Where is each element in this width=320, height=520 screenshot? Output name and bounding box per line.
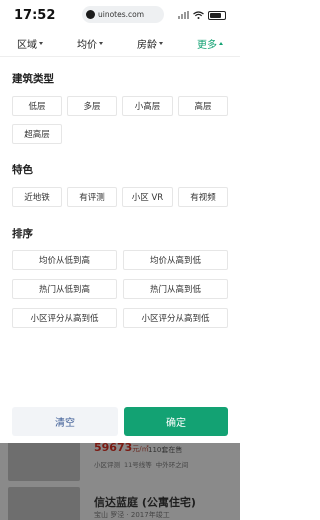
option-vr[interactable]: 小区 VR (122, 187, 173, 207)
filter-tab-more[interactable]: 更多 (180, 36, 240, 51)
option-low-rise[interactable]: 低层 (12, 96, 62, 116)
sort-price-asc[interactable]: 均价从低到高 (12, 250, 117, 270)
confirm-button[interactable]: 确定 (124, 407, 228, 436)
listing-thumbnail (8, 487, 80, 520)
sort-popularity-asc[interactable]: 热门从低到高 (12, 279, 117, 299)
option-has-video[interactable]: 有视频 (178, 187, 228, 207)
filter-footer: 清空 确定 (0, 405, 240, 443)
triangle-down-icon (99, 41, 103, 45)
section-title-features: 特色 (12, 164, 33, 176)
triangle-down-icon (39, 41, 43, 45)
option-multi-story[interactable]: 多层 (67, 96, 117, 116)
listing-tags: 小区评测 11号线等 中外环之间 (94, 459, 188, 469)
filter-tab-label: 区域 (17, 39, 37, 51)
option-mid-high-rise[interactable]: 小高层 (122, 96, 173, 116)
listing-tag: 小区评测 (94, 461, 120, 469)
listing-thumbnail (8, 443, 80, 481)
status-icons (178, 10, 226, 20)
listing-name: 信达蓝庭 (公寓住宅) (94, 496, 196, 509)
filter-tab-age[interactable]: 房龄 (120, 36, 180, 51)
filter-tab-label: 均价 (77, 39, 97, 51)
wifi-icon (193, 11, 204, 19)
listing-price: 59673元/㎡ (94, 443, 149, 454)
battery-icon (208, 10, 226, 20)
sort-rating-desc[interactable]: 小区评分从高到低 (12, 308, 117, 328)
section-title-building-type: 建筑类型 (12, 73, 54, 85)
clear-button[interactable]: 清空 (12, 407, 118, 436)
option-has-review[interactable]: 有评测 (67, 187, 117, 207)
dimmed-listing-area[interactable]: 59673元/㎡ 110套在售 小区评测 11号线等 中外环之间 信达蓝庭 (公… (0, 443, 240, 520)
url-pill[interactable]: uinotes.com (82, 6, 164, 23)
option-near-subway[interactable]: 近地铁 (12, 187, 62, 207)
filter-tab-label: 房龄 (137, 39, 157, 51)
listing-tag: 中外环之间 (155, 461, 189, 469)
status-time: 17:52 (14, 7, 56, 23)
listing-on-sale-count: 110套在售 (148, 446, 183, 454)
filter-tab-price[interactable]: 均价 (60, 36, 120, 51)
filter-tab-area[interactable]: 区域 (0, 36, 60, 51)
section-title-sort: 排序 (12, 228, 33, 240)
option-high-rise[interactable]: 高层 (178, 96, 228, 116)
triangle-up-icon (219, 41, 223, 45)
filter-tab-label: 更多 (197, 39, 217, 51)
filter-bar: 区域 均价 房龄 更多 (0, 30, 240, 57)
sort-price-desc[interactable]: 均价从高到低 (123, 250, 228, 270)
signal-icon (178, 11, 189, 19)
listing-tag: 11号线等 (124, 461, 152, 469)
sort-rating-desc-2[interactable]: 小区评分从高到低 (123, 308, 228, 328)
option-super-high-rise[interactable]: 超高层 (12, 124, 62, 144)
triangle-down-icon (159, 41, 163, 45)
listing-location: 宝山 罗泾 · 2017年竣工 (94, 511, 170, 519)
site-logo-icon (86, 10, 95, 19)
sort-popularity-desc[interactable]: 热门从高到低 (123, 279, 228, 299)
more-filter-panel: 建筑类型 低层 多层 小高层 高层 超高层 特色 近地铁 有评测 小区 VR 有… (0, 57, 240, 405)
url-text: uinotes.com (98, 10, 145, 19)
